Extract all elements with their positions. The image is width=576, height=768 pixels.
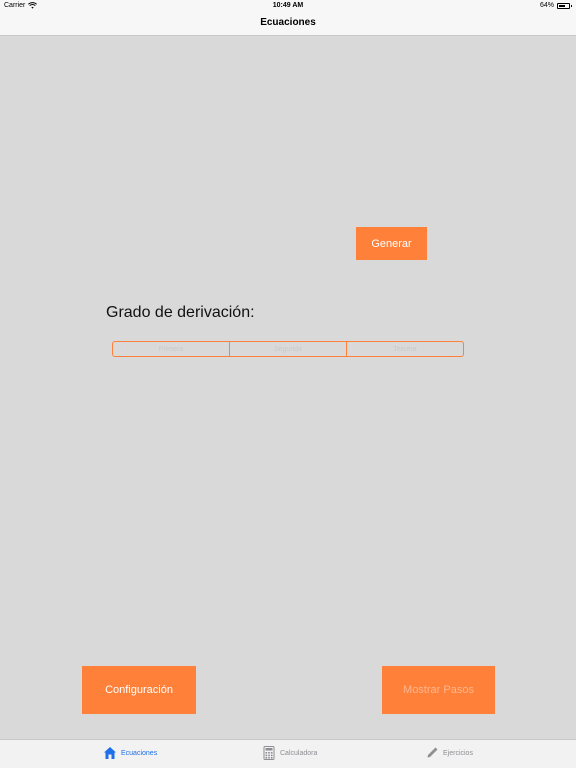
tab-ejercicios[interactable]: Ejercicios bbox=[425, 746, 473, 760]
battery-icon bbox=[557, 2, 572, 9]
show-steps-button[interactable]: Mostrar Pasos bbox=[382, 666, 495, 714]
derivation-degree-segmented-control: Primera Segunda Tercera bbox=[112, 341, 464, 357]
tab-calculadora[interactable]: Calculadora bbox=[262, 746, 317, 760]
derivation-degree-label: Grado de derivación: bbox=[106, 304, 255, 321]
segment-segunda[interactable]: Segunda bbox=[230, 342, 347, 356]
tab-ecuaciones[interactable]: Ecuaciones bbox=[103, 746, 157, 760]
tab-label: Calculadora bbox=[280, 749, 318, 757]
status-bar: Carrier 10:49 AM 64% bbox=[0, 0, 576, 12]
calculator-icon bbox=[263, 746, 275, 760]
segment-tercera[interactable]: Tercera bbox=[347, 342, 463, 356]
battery-fill bbox=[559, 4, 565, 7]
battery-percent: 64% bbox=[539, 2, 554, 9]
status-time: 10:49 AM bbox=[272, 2, 304, 9]
tab-label: Ecuaciones bbox=[121, 749, 158, 757]
tab-bar: Ecuaciones Calculadora Ejercicios bbox=[0, 739, 576, 768]
tab-label: Ejercicios bbox=[443, 749, 473, 757]
page-title: Ecuaciones bbox=[260, 17, 316, 28]
segment-primera[interactable]: Primera bbox=[113, 342, 230, 356]
pencil-icon bbox=[427, 747, 438, 758]
generate-button[interactable]: Generar bbox=[356, 227, 427, 260]
status-battery: 64% bbox=[539, 2, 572, 9]
house-icon bbox=[104, 747, 116, 759]
configuration-button[interactable]: Configuración bbox=[82, 666, 196, 714]
navigation-bar: Ecuaciones bbox=[0, 12, 576, 36]
